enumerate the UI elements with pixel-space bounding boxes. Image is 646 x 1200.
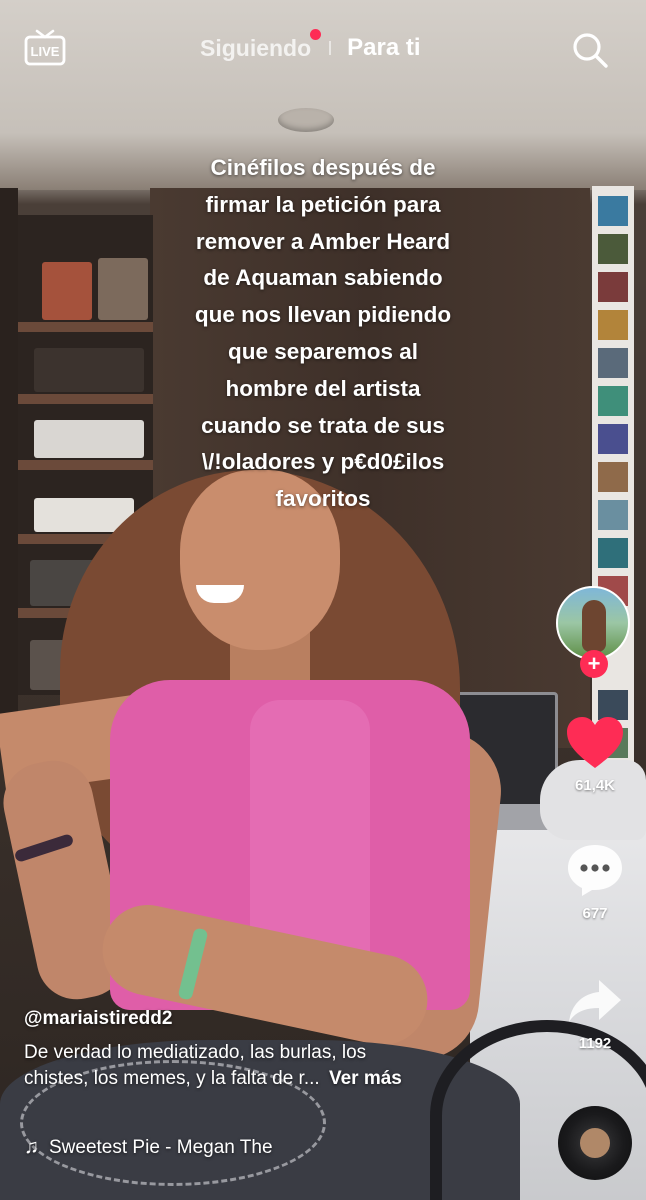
video-caption: Cinéfilos después de firmar la petición … xyxy=(150,150,496,518)
description-line-2: chistes, los memes, y la falta de r... V… xyxy=(24,1066,494,1092)
caption-line: cuando se trata de sus xyxy=(201,412,445,438)
music-disc-button[interactable] xyxy=(558,1106,632,1180)
wall xyxy=(0,188,18,748)
post-info: @mariaistiredd2 De verdad lo mediatizado… xyxy=(24,1008,544,1158)
creator-avatar[interactable] xyxy=(556,586,630,660)
search-icon xyxy=(573,33,608,68)
shelf xyxy=(18,322,153,332)
avatar-image xyxy=(582,600,606,652)
shoes xyxy=(34,420,144,458)
description-line: De verdad lo mediatizado, las burlas, lo… xyxy=(24,1042,367,1063)
comment-icon xyxy=(568,845,622,896)
search-button[interactable] xyxy=(570,30,610,70)
photo xyxy=(598,538,628,568)
photo xyxy=(598,310,628,340)
music-cover xyxy=(578,1126,612,1160)
shelf-items xyxy=(34,348,144,392)
follow-button[interactable]: + xyxy=(580,650,608,678)
caption-line: \/!oladores y p€d0£ilos xyxy=(201,449,445,475)
description-text: chistes, los memes, y la falta de r... xyxy=(24,1068,320,1089)
live-tv-icon: LIVE xyxy=(24,29,66,66)
feed-tabs: Siguiendo Para ti xyxy=(200,28,421,66)
post-description[interactable]: De verdad lo mediatizado, las burlas, lo… xyxy=(24,1040,494,1092)
music-title: Sweetest Pie - Megan The xyxy=(49,1136,273,1158)
caption-line: que separemos al xyxy=(227,338,419,364)
tab-following[interactable]: Siguiendo xyxy=(200,28,322,62)
photo xyxy=(598,272,628,302)
shelf xyxy=(18,394,153,404)
like-count: 61,4K xyxy=(574,777,616,794)
caption-line: hombre del artista xyxy=(225,375,421,401)
comment-button[interactable]: 677 xyxy=(554,842,636,922)
see-more-link[interactable]: Ver más xyxy=(329,1068,402,1089)
books xyxy=(98,258,148,320)
top-nav: LIVE Siguiendo Para ti xyxy=(0,0,646,100)
share-icon xyxy=(569,980,621,1022)
creator-username[interactable]: @mariaistiredd2 xyxy=(24,1008,544,1030)
books xyxy=(42,262,92,320)
photo xyxy=(598,500,628,530)
heart-icon xyxy=(567,717,623,768)
tab-divider xyxy=(329,41,332,55)
share-button[interactable]: 1192 xyxy=(554,976,636,1052)
music-note-icon: ♫ xyxy=(24,1136,39,1158)
caption-line: que nos llevan pidiendo xyxy=(194,302,452,328)
live-button[interactable]: LIVE xyxy=(24,26,66,68)
photo xyxy=(598,196,628,226)
ceiling-lamp xyxy=(278,108,334,132)
share-count: 1192 xyxy=(578,1035,612,1052)
caption-line: remover a Amber Heard xyxy=(195,228,451,254)
caption-line: firmar la petición para xyxy=(205,191,441,217)
like-button[interactable]: 61,4K xyxy=(554,716,636,794)
caption-line: de Aquaman sabiendo xyxy=(203,265,443,291)
live-label: LIVE xyxy=(31,44,60,59)
comment-count: 677 xyxy=(582,905,608,922)
photo xyxy=(598,386,628,416)
notification-dot xyxy=(310,28,322,40)
tab-following-label: Siguiendo xyxy=(200,34,312,61)
shelf xyxy=(18,460,153,470)
caption-line: favoritos xyxy=(275,486,371,512)
photo xyxy=(598,462,628,492)
video-feed-screen: Cinéfilos después de firmar la petición … xyxy=(0,0,646,1200)
caption-line: Cinéfilos después de xyxy=(210,155,436,180)
music-info[interactable]: ♫ Sweetest Pie - Megan The xyxy=(24,1136,273,1159)
photo xyxy=(598,234,628,264)
tab-for-you[interactable]: Para ti xyxy=(347,34,420,62)
photo xyxy=(598,424,628,454)
photo xyxy=(598,348,628,378)
